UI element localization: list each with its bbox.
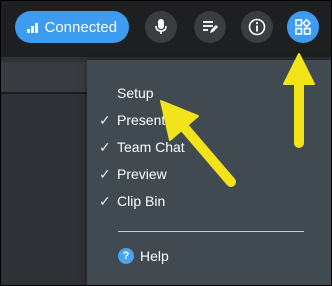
apps-dropdown-menu: Setup ✓ Presenter ✓ Team Chat ✓ Preview …	[87, 60, 331, 285]
info-icon	[248, 18, 266, 36]
menu-item-clip-bin[interactable]: ✓ Clip Bin	[99, 190, 319, 212]
connected-label: Connected	[44, 18, 118, 36]
info-button[interactable]	[241, 11, 273, 43]
left-panel-divider	[1, 92, 87, 94]
help-label: Help	[140, 248, 169, 264]
menu-item-setup[interactable]: Setup	[99, 82, 319, 104]
check-icon: ✓	[99, 138, 111, 155]
microphone-button[interactable]	[145, 11, 177, 43]
apps-menu-button[interactable]	[287, 11, 319, 43]
signal-icon	[27, 21, 38, 33]
menu-item-help[interactable]: ? Help	[118, 246, 169, 266]
menu-item-presenter[interactable]: ✓ Presenter	[99, 109, 319, 131]
check-icon: ✓	[99, 111, 111, 128]
menu-item-preview[interactable]: ✓ Preview	[99, 163, 319, 185]
check-icon: ✓	[99, 165, 111, 182]
menu-item-team-chat[interactable]: ✓ Team Chat	[99, 136, 319, 158]
help-icon: ?	[118, 248, 134, 264]
microphone-icon	[155, 19, 167, 34]
apps-icon	[295, 19, 311, 35]
menu-divider	[118, 231, 304, 232]
connected-button[interactable]: Connected	[15, 11, 129, 43]
notes-button[interactable]	[194, 11, 226, 43]
left-panel	[1, 57, 87, 285]
left-panel-header	[1, 62, 87, 92]
top-toolbar: Connected	[1, 1, 331, 57]
check-icon: ✓	[99, 192, 111, 209]
notes-icon	[203, 21, 218, 33]
